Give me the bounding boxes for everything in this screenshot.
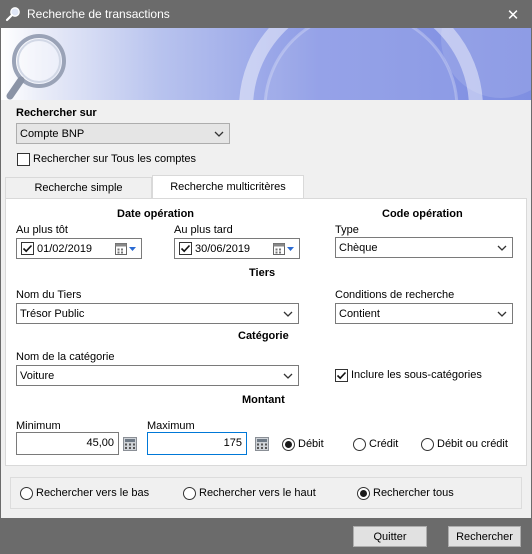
multicriteria-panel: Date opération Au plus tôt 01/02/2019 Au… [5, 198, 527, 466]
tab-strip: Recherche simple Recherche multicritères [5, 175, 305, 199]
checkmark-icon [22, 244, 33, 253]
search-down-radio[interactable] [20, 487, 33, 500]
type-select-value: Chèque [339, 241, 378, 254]
latest-date-label: Au plus tard [174, 224, 233, 236]
date-operation-heading: Date opération [117, 208, 195, 220]
checkmark-icon [336, 371, 347, 380]
earliest-date-label: Au plus tôt [16, 224, 68, 236]
checkmark-icon [180, 244, 191, 253]
maximum-label: Maximum [147, 420, 195, 432]
header-banner [1, 28, 531, 100]
tab-multicriteria-search[interactable]: Recherche multicritères [152, 175, 304, 198]
code-operation-heading: Code opération [382, 208, 463, 220]
debit-label: Débit [298, 438, 324, 450]
earliest-date-picker[interactable]: 01/02/2019 [16, 238, 142, 259]
quit-button[interactable]: Quitter [353, 526, 427, 547]
calendar-icon[interactable] [115, 242, 137, 256]
close-button[interactable]: ✕ [495, 1, 531, 28]
category-name-label: Nom de la catégorie [16, 351, 115, 363]
chevron-down-icon [497, 245, 507, 251]
debit-or-credit-label: Débit ou crédit [437, 438, 508, 450]
tiers-heading: Tiers [249, 267, 276, 279]
magnifier-icon [6, 28, 531, 100]
minimum-label: Minimum [16, 420, 61, 432]
search-all-label: Rechercher tous [373, 487, 454, 499]
tiers-name-label: Nom du Tiers [16, 289, 82, 301]
maximum-amount-input[interactable]: 175 [147, 432, 247, 455]
magnifier-icon [5, 6, 21, 22]
footer-bar: Quitter Rechercher [1, 518, 531, 553]
chevron-down-icon [283, 311, 293, 317]
tiers-name-select[interactable]: Trésor Public [16, 303, 299, 324]
credit-label: Crédit [369, 438, 399, 450]
chevron-down-icon [214, 131, 224, 137]
tab-multicriteria-search-label: Recherche multicritères [170, 181, 286, 193]
search-down-label: Rechercher vers le bas [36, 487, 150, 499]
latest-date-value: 30/06/2019 [195, 243, 251, 255]
montant-heading: Montant [242, 394, 285, 406]
categorie-heading: Catégorie [238, 330, 289, 342]
chevron-down-icon [283, 373, 293, 379]
search-direction-group: Rechercher vers le bas Rechercher vers l… [10, 477, 522, 509]
category-value: Voiture [20, 369, 55, 382]
tab-simple-search[interactable]: Recherche simple [5, 177, 152, 198]
search-up-radio[interactable] [183, 487, 196, 500]
earliest-date-checkbox[interactable] [21, 242, 34, 255]
all-accounts-label: Rechercher sur Tous les comptes [33, 153, 197, 165]
type-select[interactable]: Chèque [335, 237, 513, 258]
minimum-amount-input[interactable]: 45,00 [16, 432, 119, 455]
type-label: Type [335, 224, 359, 236]
search-on-label: Rechercher sur [16, 107, 97, 119]
window-title: Recherche de transactions [27, 7, 170, 21]
category-select[interactable]: Voiture [16, 365, 299, 386]
chevron-down-icon [497, 311, 507, 317]
latest-date-checkbox[interactable] [179, 242, 192, 255]
search-up-label: Rechercher vers le haut [199, 487, 316, 499]
include-subcategories-checkbox[interactable] [335, 369, 348, 382]
tiers-name-value: Trésor Public [20, 307, 85, 320]
conditions-select[interactable]: Contient [335, 303, 513, 324]
debit-radio[interactable] [282, 438, 295, 451]
all-accounts-checkbox[interactable] [17, 153, 30, 166]
account-select-value: Compte BNP [20, 127, 85, 140]
conditions-label: Conditions de recherche [335, 289, 455, 301]
conditions-value: Contient [339, 307, 380, 320]
calculator-icon[interactable] [123, 437, 137, 451]
latest-date-picker[interactable]: 30/06/2019 [174, 238, 300, 259]
search-button[interactable]: Rechercher [448, 526, 521, 547]
tab-simple-search-label: Recherche simple [34, 182, 123, 194]
search-transactions-window: Recherche de transactions ✕ Rechercher s… [0, 0, 532, 554]
debit-or-credit-radio[interactable] [421, 438, 434, 451]
account-select[interactable]: Compte BNP [16, 123, 230, 144]
earliest-date-value: 01/02/2019 [37, 243, 93, 255]
calendar-icon[interactable] [273, 242, 295, 256]
credit-radio[interactable] [353, 438, 366, 451]
search-all-radio[interactable] [357, 487, 370, 500]
include-subcategories-label: Inclure les sous-catégories [351, 369, 482, 381]
title-bar: Recherche de transactions ✕ [1, 1, 531, 28]
calculator-icon[interactable] [255, 437, 269, 451]
